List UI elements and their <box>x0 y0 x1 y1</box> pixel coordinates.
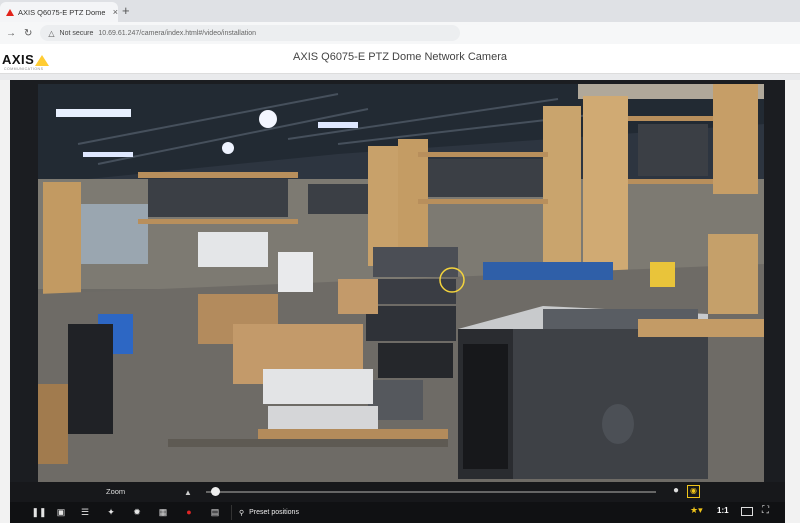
browser-tab[interactable]: AXIS Q6075-E PTZ Dome × <box>0 2 118 22</box>
screen-mode-icon[interactable] <box>741 507 753 516</box>
camera-icon[interactable]: ▣ <box>52 505 70 520</box>
browser-toolbar: → ↻ △ Not secure 10.69.61.247/camera/ind… <box>0 22 800 44</box>
camera-header: AXIS COMMUNICATIONS AXIS Q6075-E PTZ Dom… <box>0 44 800 74</box>
address-bar[interactable]: △ Not secure 10.69.61.247/camera/index.h… <box>40 25 461 41</box>
fullscreen-icon[interactable]: ⛶ <box>762 505 769 516</box>
aspect-ratio-button[interactable]: 1:1 <box>717 506 729 515</box>
preset-positions-label: Preset positions <box>249 509 299 516</box>
logo-subtext: COMMUNICATIONS <box>4 67 44 71</box>
video-viewer <box>10 80 785 496</box>
landscape-icon: ▲ <box>184 488 192 497</box>
zoom-slider-thumb[interactable] <box>210 487 220 496</box>
not-secure-label: Not secure <box>59 29 94 37</box>
url-text: 10.69.61.247/camera/index.html#/video/in… <box>98 29 257 37</box>
reload-icon[interactable]: ↻ <box>24 28 32 39</box>
stream-icon[interactable]: ▤ <box>206 505 224 520</box>
live-video-feed[interactable] <box>38 84 764 492</box>
back-arrow-icon[interactable]: → <box>6 28 16 39</box>
ir-icon[interactable]: ✹ <box>128 505 146 520</box>
focus-frame-icon[interactable]: ◉ <box>687 485 700 498</box>
browser-tab-strip: AXIS Q6075-E PTZ Dome × + <box>0 0 800 22</box>
joystick-icon[interactable]: ✦ <box>102 505 120 520</box>
tab-title: AXIS Q6075-E PTZ Dome <box>18 7 105 17</box>
warning-icon: △ <box>48 28 55 38</box>
axis-triangle-icon <box>6 8 14 16</box>
new-tab-button[interactable]: + <box>122 3 130 18</box>
preset-positions-button[interactable]: ⚲ Preset positions <box>231 505 306 520</box>
location-pin-icon: ⚲ <box>239 509 245 517</box>
page-margin-right <box>785 80 800 523</box>
tab-close-button[interactable]: × <box>113 7 118 17</box>
record-icon[interactable]: ● <box>180 505 198 520</box>
zoom-label: Zoom <box>106 487 126 496</box>
page-title: AXIS Q6075-E PTZ Dome Network Camera <box>293 51 507 63</box>
sliders-icon[interactable]: ☰ <box>76 505 94 520</box>
person-icon[interactable]: ● <box>673 485 679 496</box>
ptz-control-icon[interactable]: ★▾ <box>690 505 703 516</box>
pause-icon[interactable]: ❚❚ <box>30 505 48 520</box>
page-margin-left <box>0 80 10 523</box>
zoom-controls: Zoom ▲ ● ◉ <box>10 482 785 502</box>
warehouse-scene <box>38 84 764 492</box>
zoom-slider-track[interactable] <box>206 491 656 493</box>
viewer-control-bar: ❚❚ ▣ ☰ ✦ ✹ ▦ ● ▤ ⚲ Preset positions ★▾ 1… <box>10 502 785 523</box>
image-settings-icon[interactable]: ▦ <box>154 505 172 520</box>
